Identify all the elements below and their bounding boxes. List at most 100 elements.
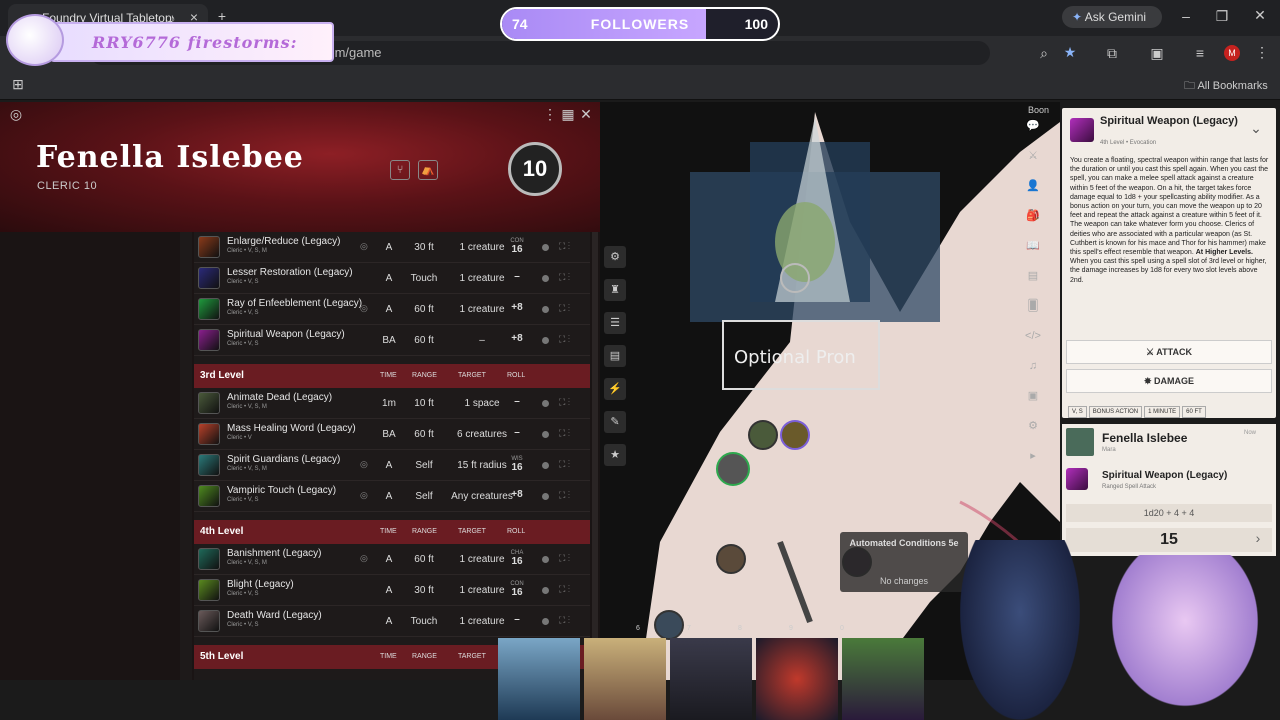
spell-icon[interactable] xyxy=(198,454,220,476)
chat-icon[interactable]: 💬 xyxy=(1023,116,1043,136)
spell-icon[interactable] xyxy=(198,548,220,570)
minimize-icon[interactable]: – xyxy=(1174,8,1198,24)
ask-gemini-label: Ask Gemini xyxy=(1084,10,1147,24)
prepared-toggle-icon[interactable] xyxy=(542,275,549,282)
sheet-close-icon[interactable]: ✕ xyxy=(574,106,598,123)
expand-icon[interactable]: ⛶ ⋮ xyxy=(559,397,570,408)
expand-icon[interactable]: ⛶ ⋮ xyxy=(559,490,570,501)
roll-total[interactable]: 15 xyxy=(1066,528,1272,552)
spell-icon[interactable] xyxy=(198,236,220,258)
spell-row[interactable]: Lesser Restoration (Legacy) Cleric • V, S… xyxy=(194,263,590,294)
spell-row[interactable]: Death Ward (Legacy) Cleric • V, S A Touch 1 … xyxy=(194,606,590,637)
spell-row[interactable]: Animate Dead (Legacy) Cleric • V, S, M 1m 1… xyxy=(194,388,590,419)
spell-row[interactable]: Mass Healing Word (Legacy) Cleric • V BA 60… xyxy=(194,419,590,450)
ask-gemini-button[interactable]: ✦ Ask Gemini xyxy=(1062,6,1162,28)
star-icon[interactable]: ★ xyxy=(604,444,626,466)
brush-icon[interactable]: ✎ xyxy=(604,411,626,433)
close-window-icon[interactable]: ✕ xyxy=(1248,7,1272,24)
roll-formula[interactable]: 1d20 + 4 + 4 xyxy=(1066,504,1272,522)
prepared-toggle-icon[interactable] xyxy=(542,431,549,438)
apps-grid-icon[interactable]: ⊞ xyxy=(6,76,30,93)
damage-button[interactable]: ✸ DAMAGE xyxy=(1066,369,1272,393)
media-icon[interactable]: ≡ xyxy=(1188,45,1212,61)
actors-icon[interactable]: 👤 xyxy=(1023,176,1043,196)
expand-icon[interactable]: ⛶ ⋮ xyxy=(559,272,570,283)
expand-icon[interactable]: ⛶ ⋮ xyxy=(559,303,570,314)
profile-avatar[interactable]: M xyxy=(1224,45,1240,61)
settings-icon[interactable]: ⚙ xyxy=(604,246,626,268)
cards-icon[interactable]: 🂠 xyxy=(1023,296,1043,316)
spell-row[interactable]: Ray of Enfeeblement (Legacy) Cleric • V, … xyxy=(194,294,590,325)
lightning-icon[interactable]: ⚡ xyxy=(604,378,626,400)
prepared-toggle-icon[interactable] xyxy=(542,400,549,407)
spell-icon[interactable] xyxy=(198,267,220,289)
all-bookmarks[interactable]: 🗀 All Bookmarks xyxy=(1184,77,1268,96)
items-icon[interactable]: 🎒 xyxy=(1023,206,1043,226)
expand-icon[interactable]: ⛶ ⋮ xyxy=(559,459,570,470)
spell-row[interactable]: Banishment (Legacy) Cleric • V, S, M ◎ A 60 … xyxy=(194,544,590,575)
long-rest-icon[interactable]: ⛺ xyxy=(418,160,438,180)
spell-icon[interactable] xyxy=(198,423,220,445)
attack-button[interactable]: ⚔ ATTACK xyxy=(1066,340,1272,364)
expand-icon[interactable]: ⛶ ⋮ xyxy=(559,553,570,564)
spell-row[interactable]: Vampiric Touch (Legacy) Cleric • V, S ◎ A Se… xyxy=(194,481,590,512)
sheet-scrollbar[interactable] xyxy=(592,232,598,680)
token[interactable] xyxy=(654,610,684,640)
prepared-toggle-icon[interactable] xyxy=(542,587,549,594)
spell-row[interactable]: Spiritual Weapon (Legacy) Cleric • V, S BA… xyxy=(194,325,590,356)
compendium-icon[interactable]: ▣ xyxy=(1023,386,1043,406)
spell-icon[interactable] xyxy=(198,485,220,507)
list-icon[interactable]: ☰ xyxy=(604,312,626,334)
hotbar-slot[interactable]: 9 xyxy=(789,625,793,637)
playlists-icon[interactable]: ♫ xyxy=(1023,356,1043,376)
expand-icon[interactable]: ⛶ ⋮ xyxy=(559,241,570,252)
spell-icon[interactable] xyxy=(198,392,220,414)
hotbar-slot[interactable]: 0 xyxy=(840,625,844,637)
prepared-toggle-icon[interactable] xyxy=(542,337,549,344)
menu-kebab-icon[interactable]: ⋮ xyxy=(1250,44,1274,61)
journal-icon[interactable]: 📖 xyxy=(1023,236,1043,256)
token[interactable] xyxy=(716,544,746,574)
expand-icon[interactable]: ⛶ ⋮ xyxy=(559,584,570,595)
prepared-toggle-icon[interactable] xyxy=(542,556,549,563)
spell-row[interactable]: Spirit Guardians (Legacy) Cleric • V, S, … xyxy=(194,450,590,481)
foundry-logo-icon[interactable]: ◎ xyxy=(4,106,28,123)
collapse-icon[interactable]: ▸ xyxy=(1023,446,1043,466)
hotbar-slot[interactable]: 6 xyxy=(636,625,640,637)
prepared-toggle-icon[interactable] xyxy=(542,306,549,313)
token[interactable] xyxy=(748,420,778,450)
gap xyxy=(194,356,590,364)
zoom-icon[interactable]: ⌕ xyxy=(1032,45,1056,62)
side-panel-icon[interactable]: ▣ xyxy=(1145,45,1169,62)
spell-icon[interactable] xyxy=(198,610,220,632)
chevron-down-icon[interactable]: ⌄ xyxy=(1244,120,1268,137)
extensions-icon[interactable]: ⧉ xyxy=(1100,45,1124,62)
expand-icon[interactable]: ⛶ ⋮ xyxy=(559,615,570,626)
selected-token[interactable] xyxy=(716,452,750,486)
hotbar-slot[interactable]: 7 xyxy=(687,625,691,637)
spell-icon[interactable] xyxy=(198,329,220,351)
chevron-right-icon[interactable]: › xyxy=(1246,530,1270,546)
tables-icon[interactable]: ▤ xyxy=(1023,266,1043,286)
token-control-icon[interactable]: ♜ xyxy=(604,279,626,301)
hotbar-slot[interactable]: 8 xyxy=(738,625,742,637)
bookmark-star-icon[interactable]: ★ xyxy=(1058,44,1082,61)
spell-row[interactable]: Blight (Legacy) Cleric • V, S A 30 ft 1 crea… xyxy=(194,575,590,606)
combat-icon[interactable]: ⚔ xyxy=(1023,146,1043,166)
prepared-toggle-icon[interactable] xyxy=(542,462,549,469)
prepared-toggle-icon[interactable] xyxy=(542,618,549,625)
rest-icon[interactable]: ⑂ xyxy=(390,160,410,180)
expand-icon[interactable]: ⛶ ⋮ xyxy=(559,428,570,439)
journal-icon[interactable]: ▤ xyxy=(604,345,626,367)
spell-icon[interactable] xyxy=(198,579,220,601)
spell-icon[interactable] xyxy=(198,298,220,320)
macros-icon[interactable]: </> xyxy=(1023,326,1043,346)
maximize-icon[interactable]: ❐ xyxy=(1210,8,1234,25)
settings-icon[interactable]: ⚙ xyxy=(1023,416,1043,436)
prepared-toggle-icon[interactable] xyxy=(542,493,549,500)
prepared-toggle-icon[interactable] xyxy=(542,244,549,251)
token[interactable] xyxy=(780,420,810,450)
spell-row[interactable]: Enlarge/Reduce (Legacy) Cleric • V, S, M ◎… xyxy=(194,232,590,263)
spell-range: 30 ft xyxy=(414,242,434,253)
expand-icon[interactable]: ⛶ ⋮ xyxy=(559,334,570,345)
